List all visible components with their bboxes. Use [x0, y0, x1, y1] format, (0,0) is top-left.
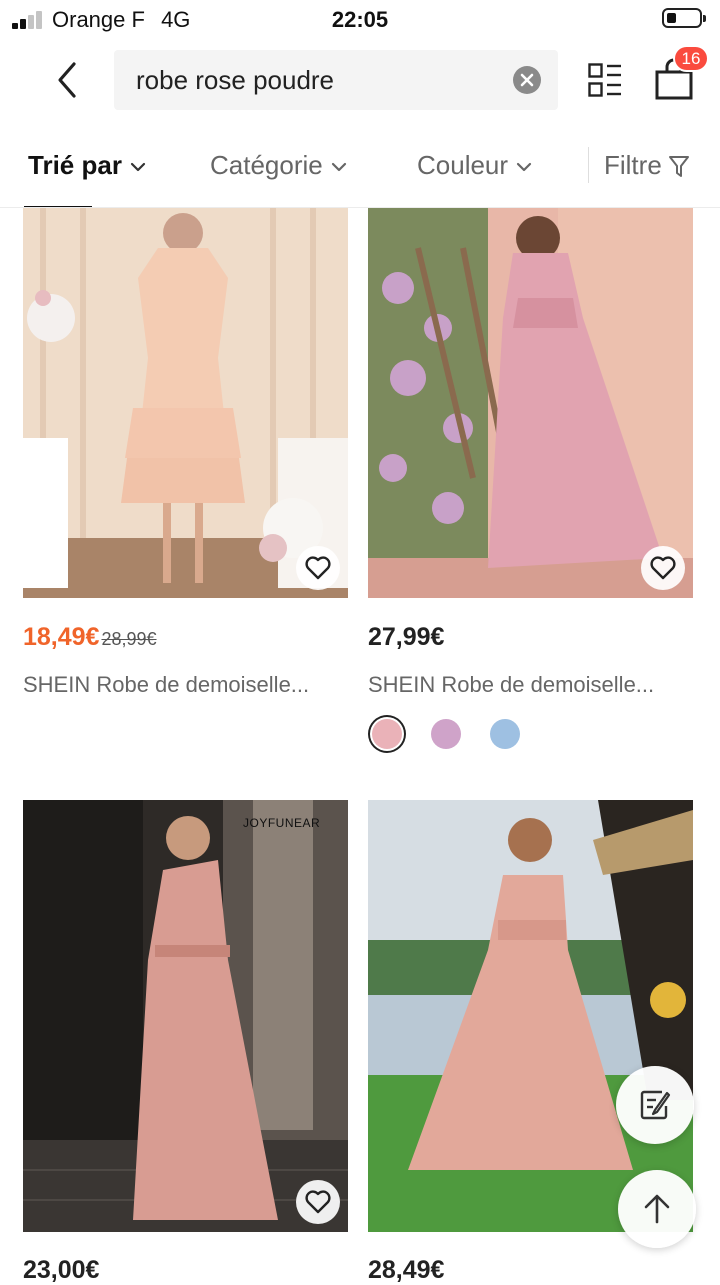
- favorite-button[interactable]: [296, 546, 340, 590]
- product-price: 27,99€: [368, 623, 445, 651]
- product-card[interactable]: 27,99€ SHEIN Robe de demoiselle...: [368, 208, 693, 768]
- search-bar[interactable]: [114, 50, 558, 110]
- brand-watermark: JOYFUNEAR: [243, 816, 321, 830]
- price-row: 23,00€: [23, 1256, 99, 1285]
- clear-icon: [520, 73, 534, 87]
- color-swatch-blue[interactable]: [490, 719, 520, 749]
- product-card[interactable]: JOYFUNEAR 23,00€: [23, 800, 348, 1284]
- status-time: 22:05: [331, 7, 389, 32]
- price-row: 18,49€ 28,99€: [23, 623, 157, 652]
- chevron-down-icon: [516, 163, 532, 172]
- product-card[interactable]: 18,49€ 28,99€ SHEIN Robe de demoiselle...: [23, 208, 348, 708]
- heart-icon: [650, 556, 676, 580]
- filter-bar: Trié par Catégorie Couleur Filtre: [0, 126, 720, 209]
- scroll-to-top-button[interactable]: [618, 1170, 696, 1248]
- sale-price: 18,49€: [23, 623, 100, 651]
- favorite-button[interactable]: [296, 1180, 340, 1224]
- edit-feedback-button[interactable]: [616, 1066, 694, 1144]
- chevron-left-icon: [58, 62, 76, 98]
- price-row: 28,49€: [368, 1256, 444, 1285]
- color-swatch-pink[interactable]: [372, 719, 402, 749]
- product-photo: [23, 208, 348, 598]
- product-photo: [368, 800, 693, 1232]
- product-image[interactable]: [368, 208, 693, 598]
- product-image[interactable]: JOYFUNEAR: [23, 800, 348, 1232]
- grid-list-icon: [588, 63, 621, 97]
- favorite-button[interactable]: [641, 546, 685, 590]
- funnel-icon: [668, 156, 689, 178]
- product-photo: [23, 800, 348, 1232]
- category-dropdown[interactable]: Catégorie: [210, 150, 347, 181]
- grid-view-toggle-button[interactable]: [588, 63, 622, 97]
- heart-icon: [305, 1190, 331, 1214]
- color-swatch-mauve[interactable]: [431, 719, 461, 749]
- cart-count-badge: 16: [673, 45, 709, 72]
- color-dropdown[interactable]: Couleur: [417, 150, 532, 181]
- product-title[interactable]: SHEIN Robe de demoiselle...: [23, 672, 309, 698]
- battery-icon: [662, 8, 706, 28]
- sort-dropdown[interactable]: Trié par: [28, 150, 146, 181]
- clear-search-button[interactable]: [513, 66, 541, 94]
- edit-note-icon: [640, 1090, 671, 1120]
- product-title[interactable]: SHEIN Robe de demoiselle...: [368, 672, 654, 698]
- color-label: Couleur: [417, 150, 509, 180]
- chevron-down-icon: [130, 163, 146, 172]
- filter-divider: [588, 147, 589, 183]
- product-image[interactable]: [23, 208, 348, 598]
- status-bar: Orange F 4G 22:05: [0, 0, 720, 40]
- sort-label: Trié par: [28, 150, 122, 180]
- heart-icon: [305, 556, 331, 580]
- price-row: 27,99€: [368, 623, 444, 652]
- back-button[interactable]: [48, 58, 88, 102]
- filter-button[interactable]: Filtre: [604, 150, 690, 181]
- product-photo: [368, 208, 693, 598]
- arrow-up-icon: [644, 1194, 670, 1224]
- filter-label: Filtre: [604, 150, 662, 180]
- product-image[interactable]: [368, 800, 693, 1232]
- search-input[interactable]: [136, 50, 496, 110]
- chevron-down-icon: [331, 163, 346, 172]
- original-price: 28,99€: [101, 629, 157, 649]
- category-label: Catégorie: [210, 150, 323, 180]
